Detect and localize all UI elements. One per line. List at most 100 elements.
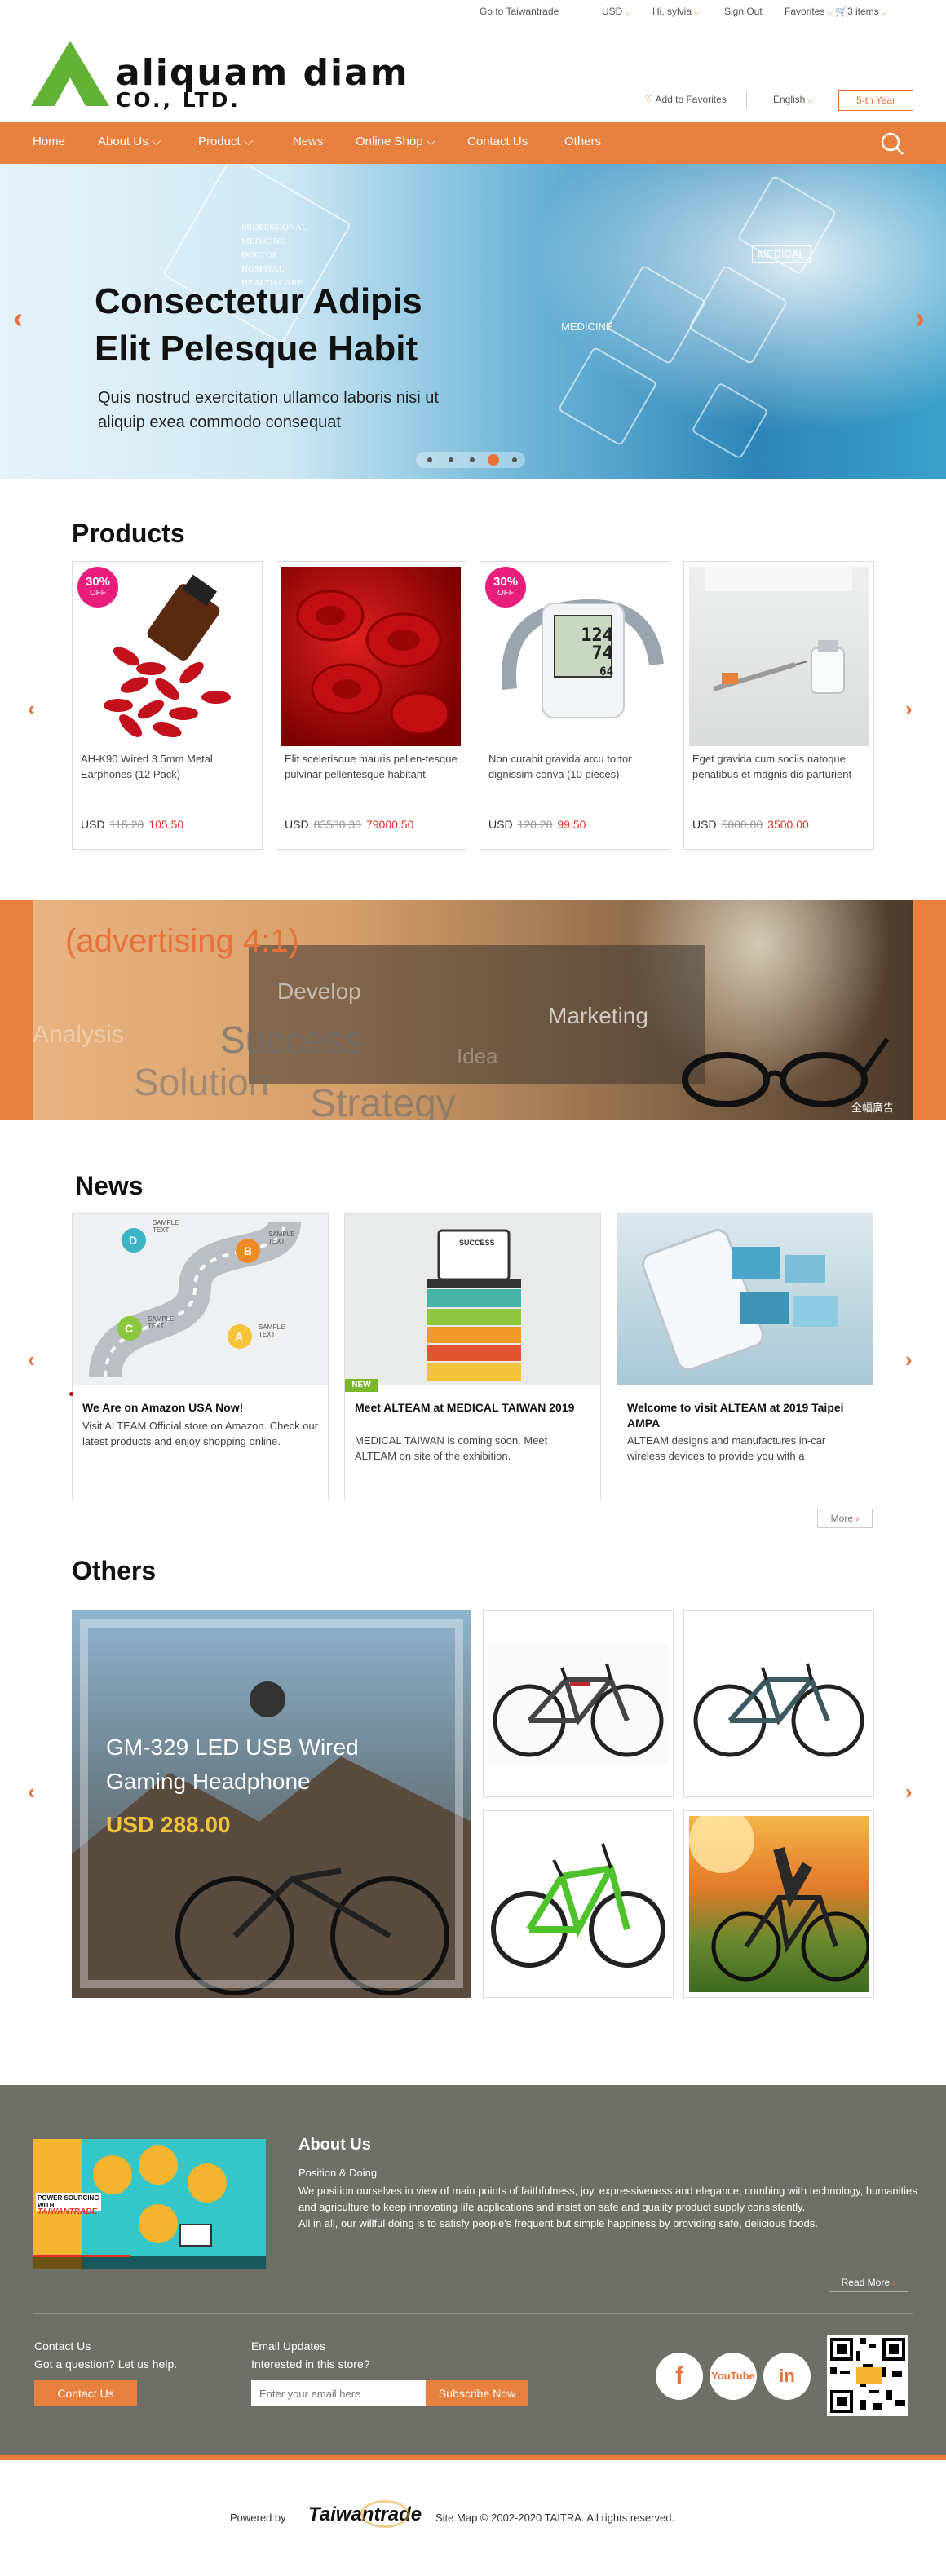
qr-code-icon — [827, 2335, 908, 2416]
video-brand: TAIWANTRADE — [38, 2207, 98, 2216]
taiwantrade-logo[interactable]: Taiwantrade — [308, 2500, 422, 2533]
ad-corner-label: 全幅廣告 — [851, 1102, 895, 1114]
news-next-arrow-icon[interactable]: › — [905, 1347, 913, 1372]
slide-dot[interactable] — [512, 457, 517, 462]
youtube-icon[interactable]: YouTube — [710, 2353, 757, 2400]
product-card[interactable]: 124 74 64 30% OFF Non curabit gravida arc… — [480, 561, 670, 850]
footer-divider — [33, 2313, 913, 2314]
featured-product[interactable]: GM-329 LED USB Wired Gaming Headphone US… — [72, 1610, 471, 1998]
sample-text: SAMPLE TEXT — [148, 1315, 175, 1330]
video-controls[interactable] — [33, 2256, 266, 2269]
news-body: ALTEAM designs and manufactures in-car w… — [627, 1434, 826, 1462]
product-image — [281, 567, 461, 746]
products-next-arrow-icon[interactable]: › — [905, 696, 913, 722]
footer: POWER SOURCING WITH TAIWANTRADE About Us… — [0, 2085, 946, 2455]
chevron-down-icon: ⌵ — [807, 96, 813, 105]
utility-bar: Go to Taiwantrade USD ⌵ Hi, sylvia ⌵ Sign … — [0, 0, 946, 23]
sample-text: SAMPLE TEXT — [259, 1323, 285, 1338]
slide-dot[interactable] — [449, 457, 453, 462]
hero-pagination — [416, 452, 525, 468]
products-prev-arrow-icon[interactable]: ‹ — [28, 696, 35, 722]
goto-taiwantrade-link[interactable]: Go to Taiwantrade — [480, 6, 559, 17]
discount-badge: 30% OFF — [77, 567, 118, 608]
news-body: Visit ALTEAM Official store on Amazon. C… — [82, 1420, 319, 1447]
main-nav: Home About Us ⌵ Product ⌵ News Online Sh… — [0, 122, 946, 164]
other-product-card[interactable] — [483, 1810, 674, 1998]
video-thumbnail[interactable]: POWER SOURCING WITH TAIWANTRADE — [33, 2139, 266, 2269]
slide-dot[interactable] — [427, 457, 432, 462]
cart-link[interactable]: 🛒3 items ⌵ — [835, 6, 886, 17]
nav-home[interactable]: Home — [33, 135, 65, 148]
contact-button[interactable]: Contact Us — [34, 2380, 137, 2406]
linkedin-icon[interactable]: in — [763, 2353, 811, 2400]
new-badge: NEW — [345, 1379, 378, 1392]
featured-frame — [80, 1619, 463, 1988]
facebook-icon[interactable]: f — [656, 2353, 703, 2400]
news-prev-arrow-icon[interactable]: ‹ — [28, 1347, 35, 1372]
read-more-button[interactable]: Read More › — [829, 2273, 908, 2292]
other-product-card[interactable] — [683, 1810, 874, 1998]
news-title: Meet ALTEAM at MEDICAL TAIWAN 2019 — [355, 1401, 575, 1414]
product-card[interactable]: Elit scelerisque mauris pellen-tesque pu… — [276, 561, 466, 850]
more-button[interactable]: More › — [817, 1509, 873, 1528]
nav-online-shop[interactable]: Online Shop ⌵ — [356, 135, 435, 148]
search-icon[interactable] — [880, 131, 904, 158]
ad-label: (advertising 4:1) — [65, 923, 299, 959]
other-product-card[interactable] — [683, 1610, 874, 1797]
divider — [746, 92, 747, 108]
bicycle-image — [689, 1643, 869, 1765]
hero-next-arrow-icon[interactable]: › — [915, 301, 925, 335]
sitemap-copyright[interactable]: Site Map © 2002-2020 TAITRA. All rights … — [435, 2512, 674, 2524]
chevron-right-icon: › — [855, 1513, 860, 1524]
language-select[interactable]: English ⌵ — [773, 94, 813, 105]
news-body: MEDICAL TAIWAN is coming soon. Meet ALTE… — [355, 1434, 548, 1462]
signout-link[interactable]: Sign Out — [724, 6, 763, 17]
video-progress[interactable] — [33, 2255, 130, 2257]
currency-select[interactable]: USD ⌵ — [602, 6, 630, 17]
nav-others[interactable]: Others — [564, 135, 601, 148]
chevron-down-icon: ⌵ — [151, 135, 161, 148]
others-next-arrow-icon[interactable]: › — [905, 1779, 913, 1805]
other-product-card[interactable] — [483, 1610, 674, 1797]
product-image — [689, 567, 869, 746]
nav-about[interactable]: About Us ⌵ — [98, 135, 161, 148]
favorites-menu[interactable]: Favorites ⌵ — [785, 6, 833, 17]
featured-name: GM-329 LED USB Wired Gaming Headphone — [106, 1734, 359, 1794]
hero-banner: PROFESSIONAL MEDICINE DOCTOR HOSPITAL HE… — [0, 164, 946, 479]
footer-accent-bar — [0, 2455, 946, 2460]
contact-title: Contact Us — [34, 2340, 91, 2353]
news-card[interactable]: Welcome to visit ALTEAM at 2019 Taipei A… — [617, 1213, 873, 1500]
sample-text: SAMPLE TEXT — [153, 1219, 179, 1234]
email-input[interactable] — [251, 2380, 426, 2406]
subscribe-button[interactable]: Subscribe Now — [426, 2380, 528, 2406]
logo-triangle-inner — [55, 77, 86, 106]
nav-contact[interactable]: Contact Us — [467, 135, 528, 148]
video-circle — [93, 2155, 132, 2194]
product-price: USD 83580.33 79000.50 — [285, 818, 414, 831]
others-prev-arrow-icon[interactable]: ‹ — [28, 1779, 35, 1805]
chevron-down-icon: ⌵ — [826, 8, 833, 17]
indicator-dot — [69, 1392, 73, 1396]
others-title: Others — [72, 1556, 157, 1585]
add-favorites-link[interactable]: ♡ Add to Favorites — [644, 94, 727, 105]
slide-dot[interactable] — [470, 457, 475, 462]
nav-news[interactable]: News — [293, 135, 324, 148]
user-menu[interactable]: Hi, sylvia ⌵ — [652, 6, 700, 17]
chevron-down-icon: ⌵ — [624, 8, 630, 17]
product-card[interactable]: Eget gravida cum sociis natoque penatibu… — [683, 561, 874, 850]
svg-text:A: A — [235, 1330, 243, 1343]
bicycle-image — [689, 1816, 869, 1992]
nav-product[interactable]: Product ⌵ — [198, 135, 253, 148]
video-circle — [139, 2204, 178, 2243]
news-card[interactable]: SUCCESS NEW Meet ALTEAM at MEDICAL TAIWA… — [344, 1213, 601, 1500]
product-card[interactable]: 30% OFF AH-K90 Wired 3.5mm Metal Earphone… — [72, 561, 263, 850]
slide-dot-active[interactable] — [488, 454, 499, 466]
hero-prev-arrow-icon[interactable]: ‹ — [13, 301, 23, 335]
footer-about-title: About Us — [298, 2136, 371, 2154]
video-circle — [188, 2163, 227, 2203]
ad-banner[interactable]: (advertising 4:1) Develop Marketing Anal… — [33, 900, 913, 1120]
product-name: Elit scelerisque mauris pellen-tesque pu… — [285, 753, 458, 780]
news-card[interactable]: D B C A SAMPLE TEXT SAMPLE TEXT SAMPLE T… — [69, 1213, 329, 1500]
bicycle-image — [488, 1819, 668, 1991]
svg-text:D: D — [129, 1234, 137, 1247]
